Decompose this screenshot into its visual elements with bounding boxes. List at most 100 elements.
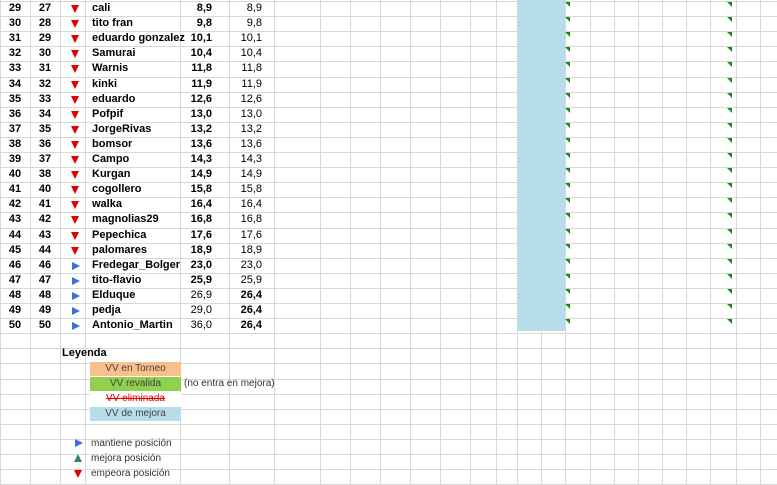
- value-cell[interactable]: 23,0: [170, 258, 212, 273]
- row-number[interactable]: 41: [0, 182, 30, 197]
- player-name-cell[interactable]: cogollero: [92, 182, 180, 197]
- value-cell[interactable]: 17,6: [170, 228, 212, 243]
- value-cell[interactable]: 18,9: [170, 243, 212, 258]
- position-cell[interactable]: 41: [30, 197, 60, 212]
- value-cell[interactable]: 15,8: [170, 182, 212, 197]
- row-number[interactable]: 42: [0, 197, 30, 212]
- row-number[interactable]: 32: [0, 46, 30, 61]
- best-value-cell[interactable]: 13,2: [220, 122, 262, 137]
- player-name-cell[interactable]: palomares: [92, 243, 180, 258]
- player-name-cell[interactable]: tito-flavio: [92, 273, 180, 288]
- best-value-cell[interactable]: 17,6: [220, 228, 262, 243]
- best-value-cell[interactable]: 23,0: [220, 258, 262, 273]
- row-number[interactable]: 47: [0, 273, 30, 288]
- row-number[interactable]: 45: [0, 243, 30, 258]
- best-value-cell[interactable]: 14,3: [220, 152, 262, 167]
- value-cell[interactable]: 25,9: [170, 273, 212, 288]
- position-cell[interactable]: 33: [30, 92, 60, 107]
- value-cell[interactable]: 9,8: [170, 16, 212, 31]
- position-cell[interactable]: 32: [30, 77, 60, 92]
- value-cell[interactable]: 26,9: [170, 288, 212, 303]
- row-number[interactable]: 37: [0, 122, 30, 137]
- row-number[interactable]: 31: [0, 31, 30, 46]
- value-cell[interactable]: 16,8: [170, 212, 212, 227]
- position-cell[interactable]: 37: [30, 152, 60, 167]
- player-name-cell[interactable]: Pofpif: [92, 107, 180, 122]
- value-cell[interactable]: 11,8: [170, 61, 212, 76]
- best-value-cell[interactable]: 10,4: [220, 46, 262, 61]
- row-number[interactable]: 50: [0, 318, 30, 333]
- position-cell[interactable]: 31: [30, 61, 60, 76]
- best-value-cell[interactable]: 18,9: [220, 243, 262, 258]
- position-cell[interactable]: 43: [30, 228, 60, 243]
- value-cell[interactable]: 11,9: [170, 77, 212, 92]
- value-cell[interactable]: 14,9: [170, 167, 212, 182]
- player-name-cell[interactable]: Kurgan: [92, 167, 180, 182]
- position-cell[interactable]: 44: [30, 243, 60, 258]
- player-name-cell[interactable]: eduardo: [92, 92, 180, 107]
- row-number[interactable]: 30: [0, 16, 30, 31]
- value-cell[interactable]: 10,1: [170, 31, 212, 46]
- player-name-cell[interactable]: Campo: [92, 152, 180, 167]
- row-number[interactable]: 39: [0, 152, 30, 167]
- best-value-cell[interactable]: 25,9: [220, 273, 262, 288]
- best-value-cell[interactable]: 26,4: [220, 288, 262, 303]
- value-cell[interactable]: 36,0: [170, 318, 212, 333]
- value-cell[interactable]: 16,4: [170, 197, 212, 212]
- best-value-cell[interactable]: 11,8: [220, 61, 262, 76]
- player-name-cell[interactable]: cali: [92, 1, 180, 16]
- row-number[interactable]: 36: [0, 107, 30, 122]
- best-value-cell[interactable]: 13,6: [220, 137, 262, 152]
- player-name-cell[interactable]: kinki: [92, 77, 180, 92]
- position-cell[interactable]: 49: [30, 303, 60, 318]
- row-number[interactable]: 44: [0, 228, 30, 243]
- position-cell[interactable]: 36: [30, 137, 60, 152]
- best-value-cell[interactable]: 14,9: [220, 167, 262, 182]
- player-name-cell[interactable]: tito fran: [92, 16, 180, 31]
- value-cell[interactable]: 14,3: [170, 152, 212, 167]
- row-number[interactable]: 38: [0, 137, 30, 152]
- position-cell[interactable]: 50: [30, 318, 60, 333]
- position-cell[interactable]: 48: [30, 288, 60, 303]
- player-name-cell[interactable]: Elduque: [92, 288, 180, 303]
- position-cell[interactable]: 46: [30, 258, 60, 273]
- player-name-cell[interactable]: Pepechica: [92, 228, 180, 243]
- position-cell[interactable]: 27: [30, 1, 60, 16]
- value-cell[interactable]: 13,2: [170, 122, 212, 137]
- player-name-cell[interactable]: bomsor: [92, 137, 180, 152]
- best-value-cell[interactable]: 9,8: [220, 16, 262, 31]
- player-name-cell[interactable]: Antonio_Martin: [92, 318, 180, 333]
- value-cell[interactable]: 13,6: [170, 137, 212, 152]
- player-name-cell[interactable]: Fredegar_Bolger: [92, 258, 180, 273]
- best-value-cell[interactable]: 16,4: [220, 197, 262, 212]
- best-value-cell[interactable]: 26,4: [220, 318, 262, 333]
- player-name-cell[interactable]: pedja: [92, 303, 180, 318]
- player-name-cell[interactable]: eduardo gonzalez: [92, 31, 185, 46]
- best-value-cell[interactable]: 15,8: [220, 182, 262, 197]
- position-cell[interactable]: 28: [30, 16, 60, 31]
- player-name-cell[interactable]: magnolias29: [92, 212, 180, 227]
- player-name-cell[interactable]: walka: [92, 197, 180, 212]
- value-cell[interactable]: 13,0: [170, 107, 212, 122]
- position-cell[interactable]: 42: [30, 212, 60, 227]
- position-cell[interactable]: 40: [30, 182, 60, 197]
- player-name-cell[interactable]: Samurai: [92, 46, 180, 61]
- position-cell[interactable]: 35: [30, 122, 60, 137]
- value-cell[interactable]: 12,6: [170, 92, 212, 107]
- row-number[interactable]: 40: [0, 167, 30, 182]
- position-cell[interactable]: 34: [30, 107, 60, 122]
- value-cell[interactable]: 10,4: [170, 46, 212, 61]
- value-cell[interactable]: 8,9: [170, 1, 212, 16]
- row-number[interactable]: 34: [0, 77, 30, 92]
- row-number[interactable]: 29: [0, 1, 30, 16]
- position-cell[interactable]: 38: [30, 167, 60, 182]
- row-number[interactable]: 49: [0, 303, 30, 318]
- row-number[interactable]: 43: [0, 212, 30, 227]
- row-number[interactable]: 46: [0, 258, 30, 273]
- best-value-cell[interactable]: 12,6: [220, 92, 262, 107]
- row-number[interactable]: 33: [0, 61, 30, 76]
- position-cell[interactable]: 29: [30, 31, 60, 46]
- position-cell[interactable]: 47: [30, 273, 60, 288]
- best-value-cell[interactable]: 13,0: [220, 107, 262, 122]
- best-value-cell[interactable]: 11,9: [220, 77, 262, 92]
